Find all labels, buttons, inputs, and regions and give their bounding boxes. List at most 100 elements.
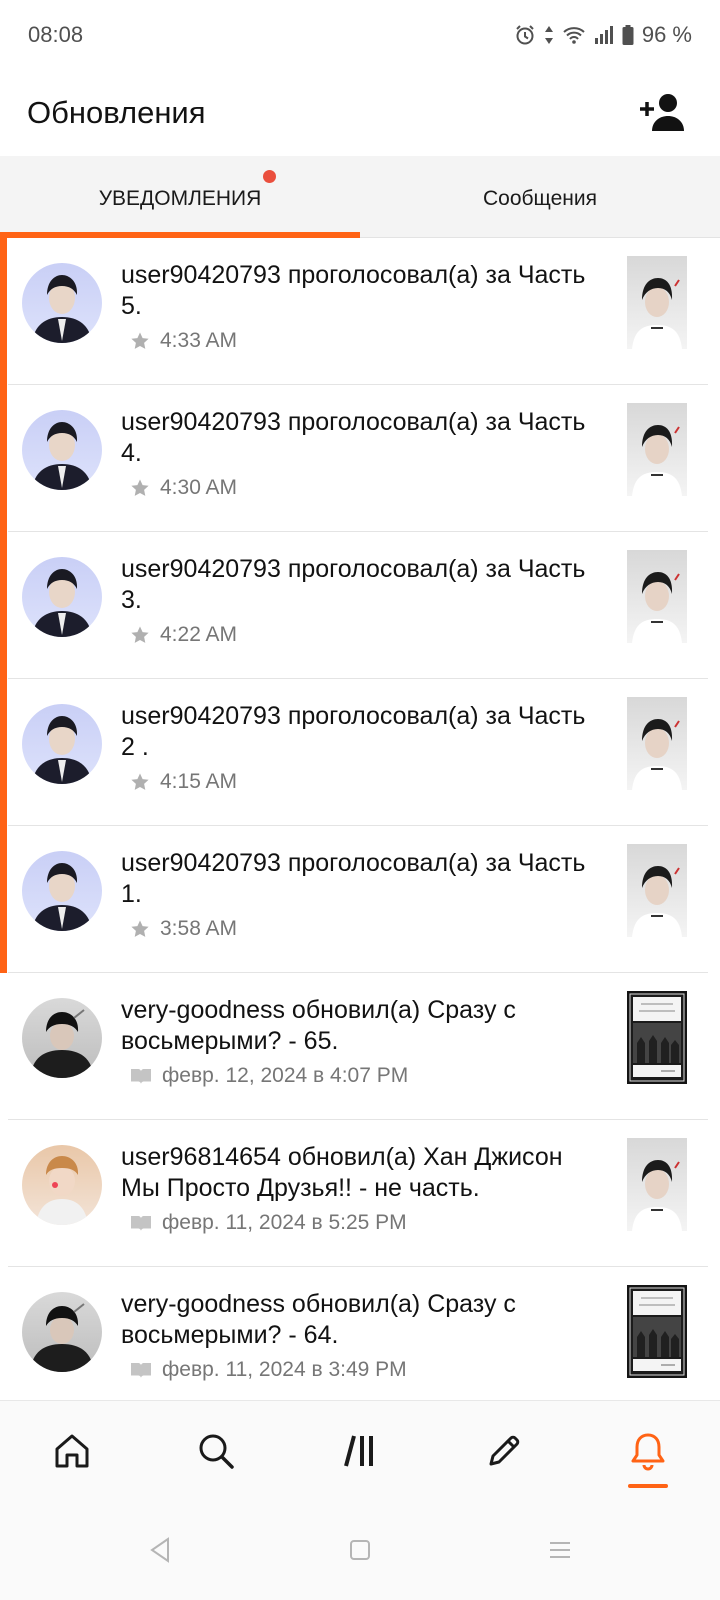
story-cover-thumbnail[interactable] <box>627 844 687 937</box>
alarm-icon <box>514 24 536 46</box>
timestamp: 4:33 AM <box>160 329 238 352</box>
tab-notifications-label: УВЕДОМЛЕНИЯ <box>99 169 277 211</box>
user-avatar[interactable] <box>22 1145 102 1225</box>
tab-notifications[interactable]: УВЕДОМЛЕНИЯ <box>0 156 360 238</box>
timestamp: февр. 12, 2024 в 4:07 PM <box>162 1064 409 1087</box>
notification-meta: 4:22 AM <box>130 623 237 647</box>
notification-text: user90420793 проголосовал(а) за Часть 2 … <box>121 702 586 761</box>
tab-bar: УВЕДОМЛЕНИЯ Сообщения <box>0 156 720 238</box>
user-avatar[interactable] <box>22 557 102 637</box>
user-avatar[interactable] <box>22 263 102 343</box>
nav-search[interactable] <box>144 1401 288 1500</box>
story-cover-thumbnail[interactable] <box>627 697 687 790</box>
bell-icon <box>631 1433 665 1470</box>
notification-meta: 3:58 AM <box>130 917 237 941</box>
status-icons: 96 % <box>514 22 692 48</box>
story-cover-thumbnail[interactable] <box>627 1285 687 1378</box>
library-icon <box>344 1434 373 1467</box>
add-friend-icon <box>640 94 684 131</box>
book-icon <box>131 1363 151 1378</box>
username: user96814654 <box>121 1143 281 1171</box>
username: user90420793 <box>121 555 281 583</box>
signal-icon <box>594 26 614 44</box>
notification-text: very-goodness обновил(а) Сразу с восьмер… <box>121 996 516 1055</box>
search-icon <box>199 1434 234 1469</box>
star-icon <box>131 920 149 937</box>
notification-item[interactable]: user90420793 проголосовал(а) за Часть 2 … <box>0 679 720 826</box>
back-button[interactable] <box>130 1520 190 1580</box>
system-navigation-bar <box>0 1500 720 1600</box>
username: user90420793 <box>121 702 281 730</box>
notification-meta: 4:15 AM <box>130 770 237 794</box>
tab-messages[interactable]: Сообщения <box>360 156 720 237</box>
nav-notifications[interactable] <box>576 1401 720 1500</box>
username: user90420793 <box>121 849 281 877</box>
data-arrows-icon <box>544 25 554 45</box>
timestamp: 4:15 AM <box>160 770 238 793</box>
status-time: 08:08 <box>28 22 84 47</box>
star-icon <box>131 332 149 349</box>
notification-text: user90420793 проголосовал(а) за Часть 5. <box>121 261 586 320</box>
recents-icon <box>550 1542 570 1558</box>
user-avatar[interactable] <box>22 998 102 1078</box>
notification-text: user90420793 проголосовал(а) за Часть 4. <box>121 408 586 467</box>
timestamp: февр. 11, 2024 в 5:25 PM <box>162 1211 407 1234</box>
username: very-goodness <box>121 1290 285 1318</box>
timestamp: 4:22 AM <box>160 623 238 646</box>
nav-write[interactable] <box>432 1401 576 1500</box>
back-icon <box>150 1537 169 1563</box>
notification-list[interactable]: user90420793 проголосовал(а) за Часть 5.… <box>0 238 720 1400</box>
notification-meta: февр. 11, 2024 в 5:25 PM <box>130 1211 407 1235</box>
book-icon <box>131 1069 151 1084</box>
timestamp: 4:30 AM <box>160 476 238 499</box>
notification-text: very-goodness обновил(а) Сразу с восьмер… <box>121 1290 516 1349</box>
page-title: Обновления <box>27 95 206 130</box>
notification-item[interactable]: user90420793 проголосовал(а) за Часть 5.… <box>0 238 720 385</box>
story-cover-thumbnail[interactable] <box>627 1138 687 1231</box>
notification-item[interactable]: user96814654 обновил(а) Хан Джисон Мы Пр… <box>0 1120 720 1267</box>
notification-text: user96814654 обновил(а) Хан Джисон Мы Пр… <box>121 1143 563 1202</box>
notification-item[interactable]: very-goodness обновил(а) Сразу с восьмер… <box>0 973 720 1120</box>
story-cover-thumbnail[interactable] <box>627 403 687 496</box>
notification-item[interactable]: user90420793 проголосовал(а) за Часть 3.… <box>0 532 720 679</box>
notification-item[interactable]: user90420793 проголосовал(а) за Часть 4.… <box>0 385 720 532</box>
user-avatar[interactable] <box>22 704 102 784</box>
write-icon <box>489 1435 520 1465</box>
tab-messages-label: Сообщения <box>483 186 597 210</box>
home-button[interactable] <box>330 1520 390 1580</box>
home-icon <box>55 1434 89 1467</box>
notification-meta: 4:33 AM <box>130 329 237 353</box>
status-bar: 08:08 96 % <box>0 0 720 70</box>
add-friend-button[interactable] <box>634 88 690 138</box>
notification-text: user90420793 проголосовал(а) за Часть 3. <box>121 555 586 614</box>
bottom-navigation <box>0 1400 720 1500</box>
notification-meta: 4:30 AM <box>130 476 237 500</box>
wifi-icon <box>562 25 586 45</box>
star-icon <box>131 479 149 496</box>
notification-text: user90420793 проголосовал(а) за Часть 1. <box>121 849 586 908</box>
username: user90420793 <box>121 408 281 436</box>
notification-meta: февр. 11, 2024 в 3:49 PM <box>130 1358 407 1382</box>
recents-button[interactable] <box>530 1520 590 1580</box>
home-square-icon <box>350 1540 370 1560</box>
notification-item[interactable]: user90420793 проголосовал(а) за Часть 1.… <box>0 826 720 973</box>
battery-percent: 96 % <box>641 22 692 47</box>
story-cover-thumbnail[interactable] <box>627 256 687 349</box>
username: very-goodness <box>121 996 285 1024</box>
star-icon <box>131 626 149 643</box>
battery-icon <box>622 25 634 45</box>
user-avatar[interactable] <box>22 851 102 931</box>
user-avatar[interactable] <box>22 1292 102 1372</box>
username: user90420793 <box>121 261 281 289</box>
app-header: Обновления <box>0 70 720 156</box>
star-icon <box>131 773 149 790</box>
notification-item[interactable]: very-goodness обновил(а) Сразу с восьмер… <box>0 1267 720 1400</box>
nav-library[interactable] <box>288 1401 432 1500</box>
story-cover-thumbnail[interactable] <box>627 550 687 643</box>
nav-home[interactable] <box>0 1401 144 1500</box>
timestamp: 3:58 AM <box>160 917 238 940</box>
notification-meta: февр. 12, 2024 в 4:07 PM <box>130 1064 408 1088</box>
user-avatar[interactable] <box>22 410 102 490</box>
book-icon <box>131 1216 151 1231</box>
story-cover-thumbnail[interactable] <box>627 991 687 1084</box>
